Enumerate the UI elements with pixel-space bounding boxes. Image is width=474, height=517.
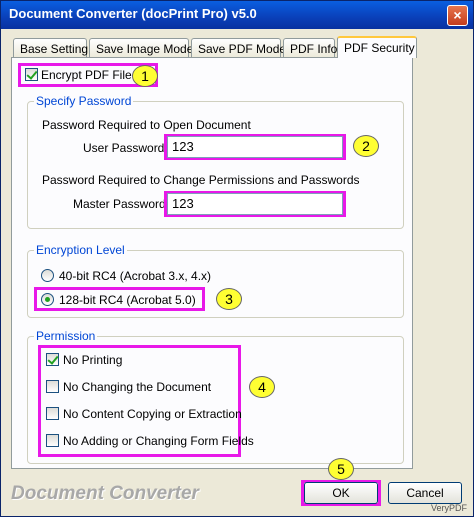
callout-badge-1: 1 bbox=[132, 65, 158, 87]
watermark: VeryPDF bbox=[430, 503, 467, 513]
master-password-input[interactable]: 123 bbox=[167, 193, 343, 215]
close-button[interactable]: × bbox=[447, 5, 468, 26]
no-content-copying-label: No Content Copying or Extraction bbox=[63, 407, 242, 421]
window-title: Document Converter (docPrint Pro) v5.0 bbox=[9, 6, 257, 21]
no-changing-document-checkbox[interactable] bbox=[46, 380, 59, 393]
radio-40-bit-label: 40-bit RC4 (Acrobat 3.x, 4.x) bbox=[59, 269, 212, 283]
ok-button[interactable]: OK bbox=[304, 482, 378, 504]
callout-badge-5: 5 bbox=[328, 458, 354, 480]
callout-badge-4: 4 bbox=[249, 376, 275, 398]
encrypt-checkbox[interactable] bbox=[25, 68, 38, 81]
user-password-label: User Password: bbox=[83, 141, 168, 155]
tab-save-pdf-mode[interactable]: Save PDF Mode bbox=[191, 38, 286, 58]
master-password-label: Master Password: bbox=[73, 197, 170, 211]
no-content-copying-checkbox[interactable] bbox=[46, 407, 59, 420]
tab-pdf-security[interactable]: PDF Security bbox=[337, 36, 417, 58]
no-form-fields-label: No Adding or Changing Form Fields bbox=[63, 434, 254, 448]
tab-base-setting[interactable]: Base Setting bbox=[13, 38, 88, 58]
no-printing-label: No Printing bbox=[63, 353, 123, 367]
radio-40-bit[interactable] bbox=[41, 269, 54, 282]
title-bar[interactable]: Document Converter (docPrint Pro) v5.0 × bbox=[1, 1, 473, 29]
user-password-input[interactable]: 123 bbox=[167, 136, 343, 158]
tab-pdf-info[interactable]: PDF Info bbox=[283, 38, 337, 58]
no-form-fields-checkbox[interactable] bbox=[46, 434, 59, 447]
specify-password-label: Specify Password bbox=[34, 94, 134, 108]
encryption-level-label: Encryption Level bbox=[34, 243, 127, 257]
no-printing-checkbox[interactable] bbox=[46, 353, 59, 366]
permission-label: Permission bbox=[34, 329, 98, 343]
open-document-heading: Password Required to Open Document bbox=[42, 118, 251, 132]
dialog-window: Document Converter (docPrint Pro) v5.0 ×… bbox=[0, 0, 474, 517]
radio-128-bit-label: 128-bit RC4 (Acrobat 5.0) bbox=[59, 293, 196, 307]
callout-badge-2: 2 bbox=[353, 135, 379, 157]
tab-save-image-mode[interactable]: Save Image Mode bbox=[89, 38, 193, 58]
cancel-button[interactable]: Cancel bbox=[388, 482, 462, 504]
radio-128-bit[interactable] bbox=[41, 293, 54, 306]
change-permissions-heading: Password Required to Change Permissions … bbox=[42, 173, 360, 187]
brand-logo-text: Document Converter bbox=[11, 483, 199, 504]
encrypt-label: Encrypt PDF File bbox=[41, 68, 132, 82]
no-changing-document-label: No Changing the Document bbox=[63, 380, 212, 394]
callout-badge-3: 3 bbox=[216, 288, 242, 310]
